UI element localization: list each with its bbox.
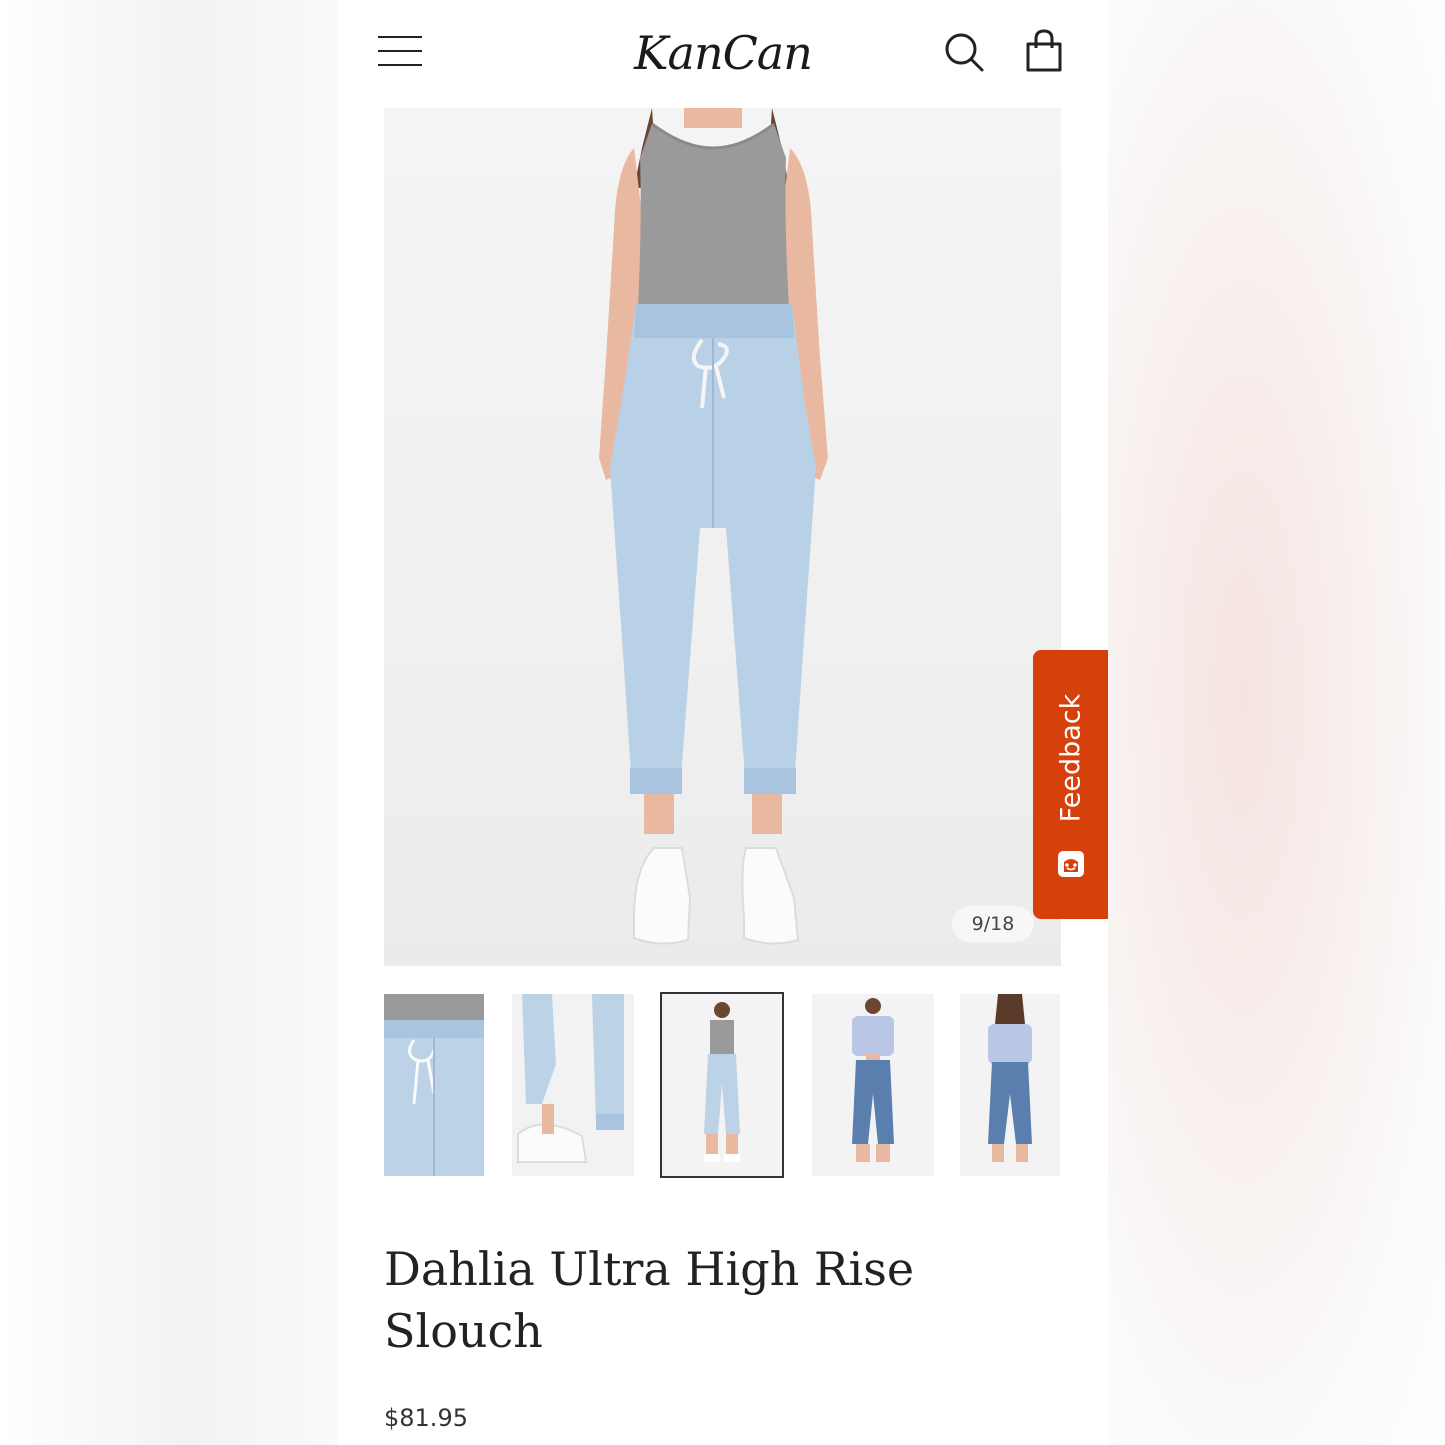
thumb-cuff-sneakers[interactable]	[512, 994, 634, 1176]
feedback-label: Feedback	[1055, 693, 1086, 823]
model-illustration	[599, 108, 828, 945]
image-counter-badge: 9/18	[952, 906, 1034, 942]
product-title: Dahlia Ultra High Rise Slouch	[384, 1242, 915, 1358]
brand-logo[interactable]: KanCan	[608, 18, 838, 88]
background-right	[1108, 0, 1445, 1445]
thumb-front-cropped-top[interactable]	[812, 994, 934, 1176]
smiley-face-icon	[1057, 850, 1085, 878]
hamburger-menu-icon[interactable]	[378, 34, 422, 68]
product-page: KanCan 9/18 Feedback Dahlia Ultra High R…	[338, 0, 1108, 1445]
feedback-tab[interactable]: Feedback	[1033, 650, 1108, 919]
thumb-front-full[interactable]	[662, 994, 782, 1176]
shopping-bag-icon[interactable]	[1022, 28, 1066, 74]
thumb-drawstring-closeup[interactable]	[384, 994, 484, 1176]
search-icon[interactable]	[942, 30, 986, 74]
thumb-back-view[interactable]	[960, 994, 1060, 1176]
product-price: $81.95	[384, 1404, 468, 1432]
product-main-image[interactable]: 9/18	[384, 108, 1061, 966]
background-left	[0, 0, 338, 1445]
